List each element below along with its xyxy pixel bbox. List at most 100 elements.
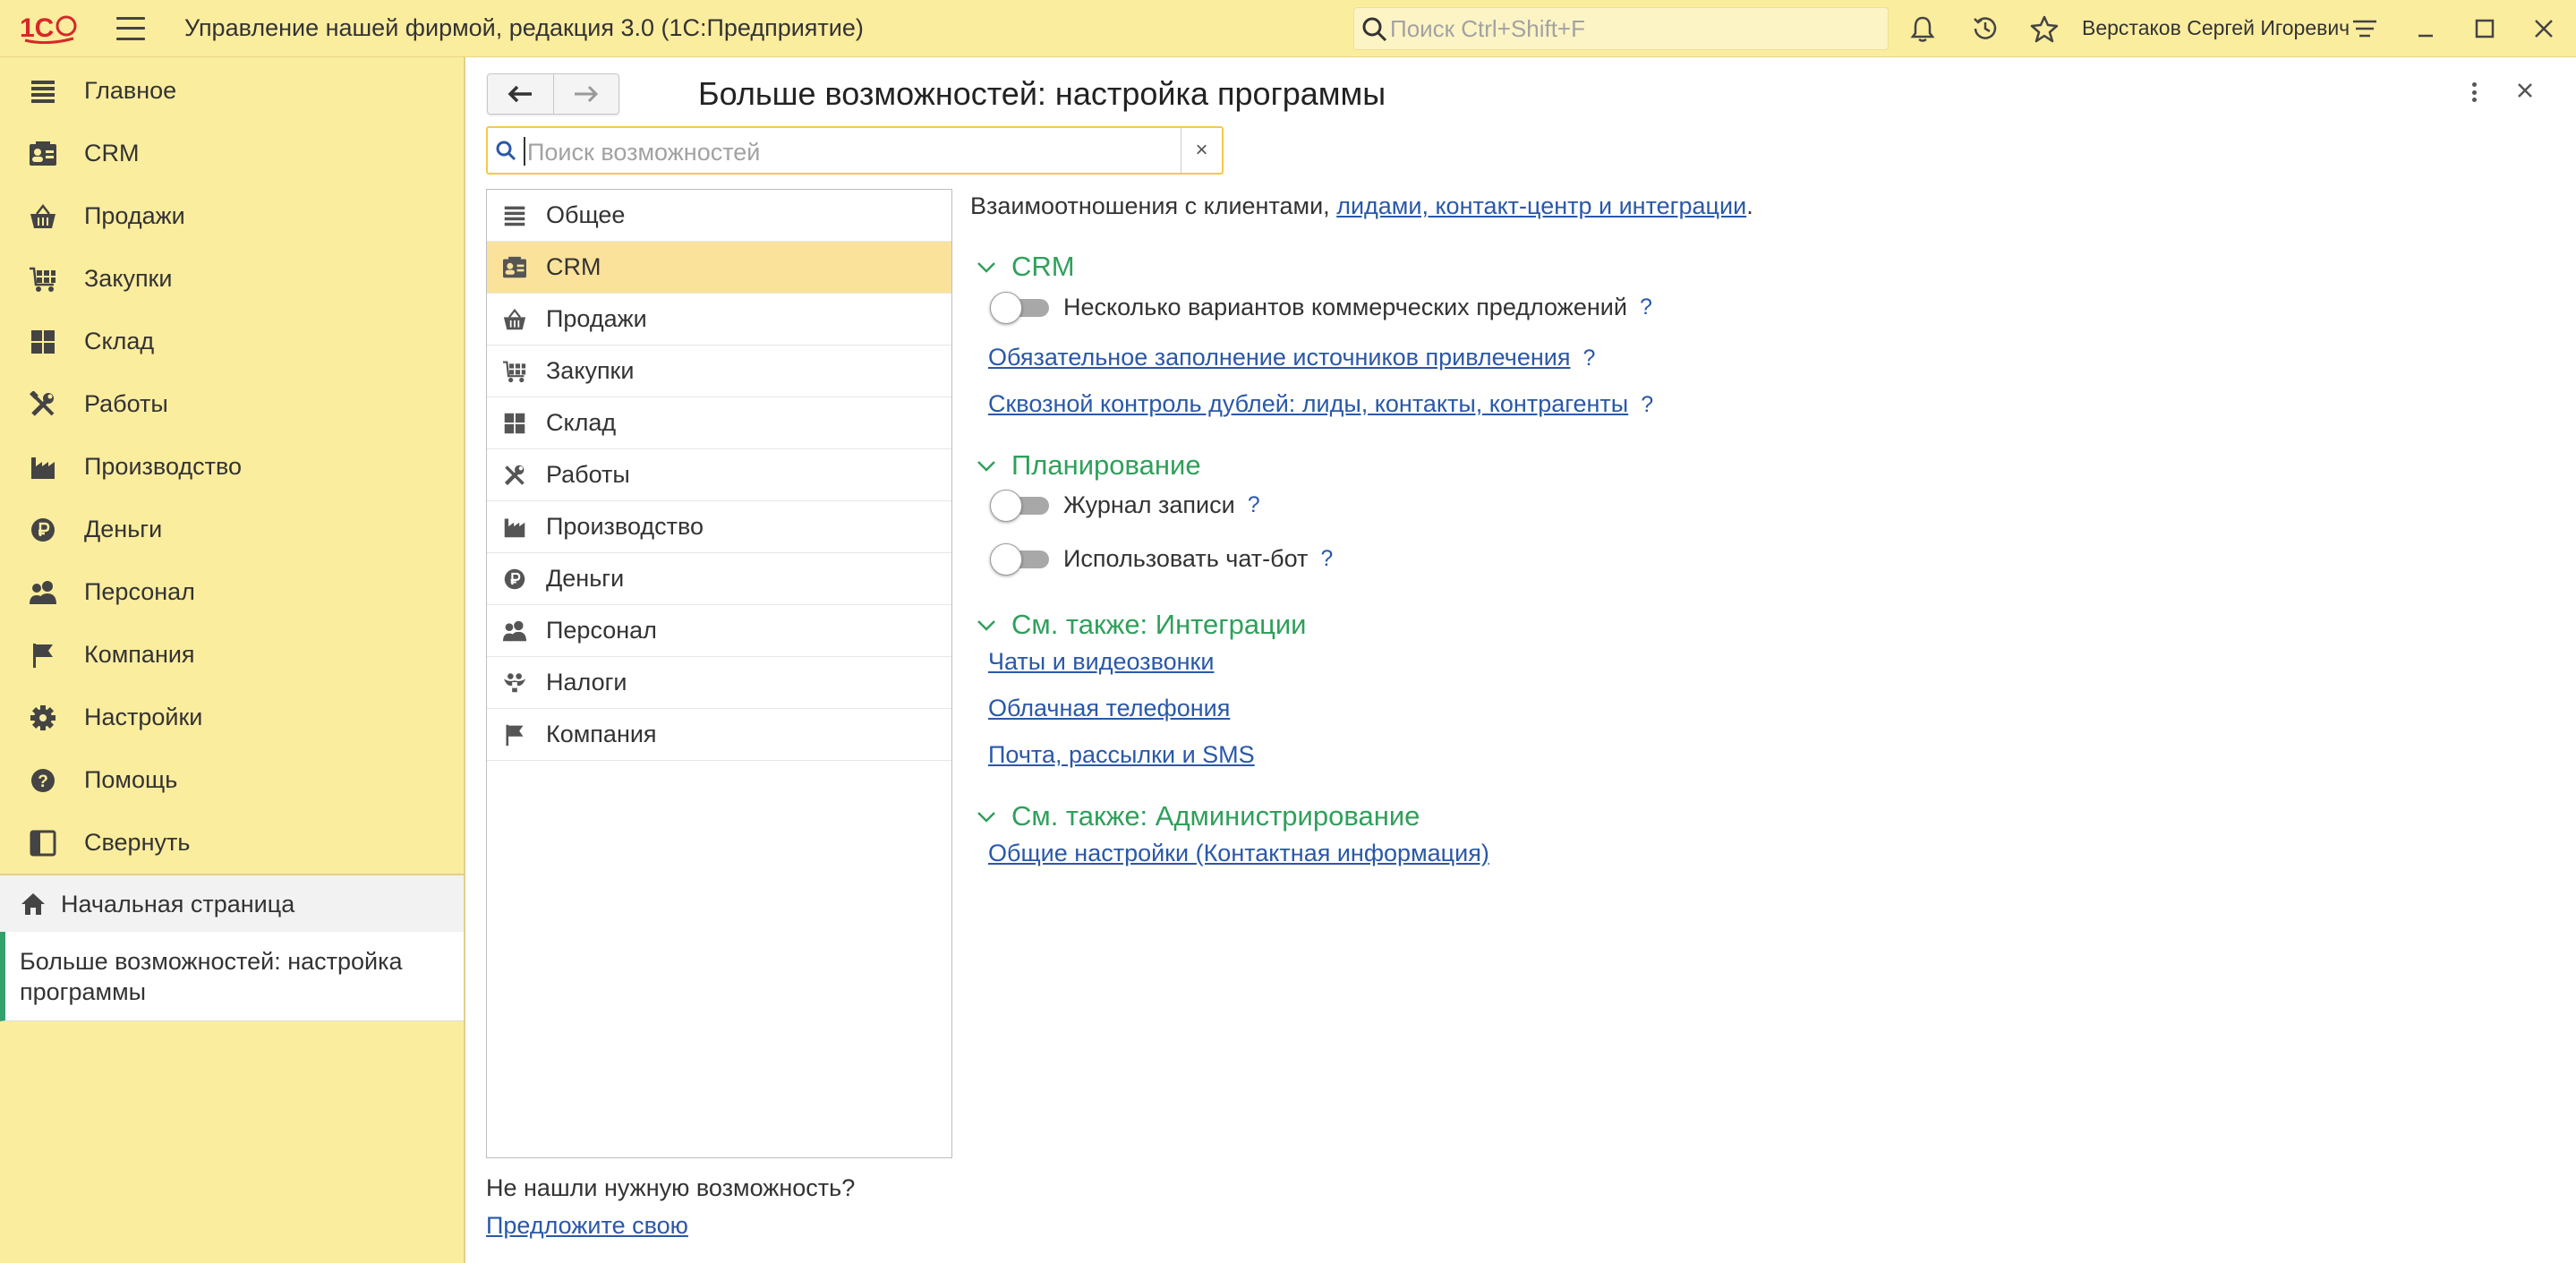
- section-header-crm[interactable]: CRM: [976, 251, 1075, 283]
- sidebar-item-staff[interactable]: Персонал: [0, 560, 464, 623]
- category-item-works[interactable]: Работы: [487, 449, 951, 501]
- sidebar-item-main[interactable]: Главное: [0, 59, 464, 122]
- suggest-feature-link[interactable]: Предложите свою: [486, 1212, 688, 1240]
- forward-button[interactable]: [552, 74, 619, 114]
- factory-icon: [501, 514, 528, 541]
- category-item-crm[interactable]: CRM: [487, 242, 951, 294]
- sidebar-item-production[interactable]: Производство: [0, 435, 464, 498]
- category-item-production[interactable]: Производство: [487, 501, 951, 553]
- warehouse-icon: [29, 328, 57, 356]
- sidebar-item-money[interactable]: Деньги: [0, 498, 464, 560]
- section-header-admin[interactable]: См. также: Администрирование: [976, 800, 1420, 832]
- sidebar-item-label: Продажи: [84, 201, 185, 229]
- category-label: Производство: [546, 513, 704, 540]
- global-search-input[interactable]: Поиск Ctrl+Shift+F: [1353, 7, 1889, 50]
- sidebar-item-label: Главное: [84, 76, 177, 104]
- close-form-icon[interactable]: [2512, 77, 2538, 104]
- sidebar-item-label: Персонал: [84, 577, 195, 605]
- feature-search-placeholder: Поиск возможностей: [527, 139, 761, 166]
- maximize-icon[interactable]: [2469, 13, 2501, 45]
- settings-menu-icon[interactable]: [2349, 13, 2381, 45]
- general-settings-link[interactable]: Общие настройки (Контактная информация): [988, 840, 1489, 866]
- list-icon: [501, 202, 528, 229]
- cart-icon: [29, 265, 57, 294]
- clear-search-button[interactable]: ×: [1181, 128, 1222, 173]
- current-user[interactable]: Верстаков Сергей Игоревич: [2082, 16, 2350, 40]
- toggle-row-appointment-log: Журнал записи ?: [990, 490, 1260, 522]
- category-item-staff[interactable]: Персонал: [487, 605, 951, 657]
- section-title: Планирование: [1011, 449, 1201, 481]
- ruble-icon: [501, 566, 528, 593]
- category-item-taxes[interactable]: Налоги: [487, 657, 951, 709]
- category-label: Закупки: [546, 357, 635, 384]
- svg-text:1С: 1С: [20, 13, 54, 43]
- section-title: CRM: [1011, 251, 1075, 282]
- tools-icon: [501, 462, 528, 489]
- category-label: Работы: [546, 461, 630, 488]
- sidebar-item-warehouse[interactable]: Склад: [0, 310, 464, 372]
- help-link[interactable]: ?: [1640, 294, 1652, 320]
- people-icon: [501, 618, 528, 644]
- toggle-label: Журнал записи: [1063, 491, 1235, 518]
- category-label: Общее: [546, 201, 626, 228]
- tools-icon: [29, 390, 57, 419]
- help-link[interactable]: ?: [1248, 492, 1260, 518]
- history-icon[interactable]: [1969, 13, 2001, 45]
- sidebar-item-label: Деньги: [84, 515, 163, 542]
- help-link[interactable]: ?: [1641, 392, 1653, 417]
- history-navigation: [487, 73, 619, 115]
- link-row-mail: Почта, рассылки и SMS: [988, 741, 1255, 769]
- sidebar-item-sales[interactable]: Продажи: [0, 184, 464, 247]
- sidebar-item-purchases[interactable]: Закупки: [0, 247, 464, 310]
- category-item-sales[interactable]: Продажи: [487, 294, 951, 346]
- chevron-down-icon: [976, 255, 999, 278]
- category-item-general[interactable]: Общее: [487, 190, 951, 242]
- sidebar-item-collapse[interactable]: Свернуть: [0, 811, 464, 874]
- sidebar-item-help[interactable]: ? Помощь: [0, 748, 464, 811]
- star-icon[interactable]: [2028, 13, 2060, 45]
- sidebar-item-settings[interactable]: Настройки: [0, 686, 464, 748]
- sidebar-item-company[interactable]: Компания: [0, 623, 464, 686]
- chatbot-toggle[interactable]: [990, 543, 1051, 576]
- home-page-label: Начальная страница: [61, 891, 295, 917]
- category-item-money[interactable]: Деньги: [487, 553, 951, 605]
- flag-icon: [29, 641, 57, 670]
- mandatory-sources-link[interactable]: Обязательное заполнение источников привл…: [988, 344, 1571, 371]
- open-window-tab[interactable]: Больше возможностей: настройка программы: [0, 932, 464, 1021]
- commercial-offers-toggle[interactable]: [990, 292, 1051, 324]
- section-header-planning[interactable]: Планирование: [976, 449, 1201, 482]
- more-actions-icon[interactable]: [2463, 79, 2485, 106]
- category-label: Склад: [546, 409, 617, 436]
- bell-icon[interactable]: [1906, 13, 1939, 45]
- duplicate-control-link[interactable]: Сквозной контроль дублей: лиды, контакты…: [988, 390, 1628, 417]
- appointment-log-toggle[interactable]: [990, 490, 1051, 522]
- section-header-integrations[interactable]: См. также: Интеграции: [976, 609, 1306, 641]
- help-link[interactable]: ?: [1583, 346, 1596, 371]
- close-window-icon[interactable]: [2528, 13, 2560, 45]
- category-item-company[interactable]: Компания: [487, 709, 951, 761]
- chats-video-link[interactable]: Чаты и видеозвонки: [988, 648, 1214, 675]
- not-found-text: Не нашли нужную возможность?: [486, 1174, 856, 1201]
- search-icon: [1361, 16, 1388, 49]
- help-link[interactable]: ?: [1320, 546, 1333, 572]
- category-item-purchases[interactable]: Закупки: [487, 346, 951, 397]
- svg-text:?: ?: [38, 772, 48, 791]
- sidebar-item-works[interactable]: Работы: [0, 372, 464, 435]
- section-title: См. также: Администрирование: [1011, 800, 1420, 832]
- main-menu-icon[interactable]: [116, 16, 145, 40]
- collapse-panel-icon: [29, 829, 57, 858]
- minimize-icon[interactable]: [2410, 13, 2442, 45]
- mail-sms-link[interactable]: Почта, рассылки и SMS: [988, 741, 1255, 768]
- list-icon: [29, 77, 57, 106]
- feature-search-input[interactable]: Поиск возможностей ×: [486, 126, 1224, 175]
- sections-panel: Главное CRM Продажи Закупки Склад Работы…: [0, 57, 465, 1263]
- home-page-link[interactable]: Начальная страница: [0, 875, 464, 934]
- category-item-warehouse[interactable]: Склад: [487, 397, 951, 449]
- intro-link[interactable]: лидами, контакт-центр и интеграции: [1336, 192, 1746, 219]
- sidebar-item-crm[interactable]: CRM: [0, 122, 464, 184]
- ruble-icon: [29, 516, 57, 544]
- back-button[interactable]: [488, 74, 553, 114]
- sidebar-item-label: Настройки: [84, 703, 203, 730]
- sidebar-item-label: Производство: [84, 452, 243, 480]
- cloud-telephony-link[interactable]: Облачная телефония: [988, 695, 1230, 721]
